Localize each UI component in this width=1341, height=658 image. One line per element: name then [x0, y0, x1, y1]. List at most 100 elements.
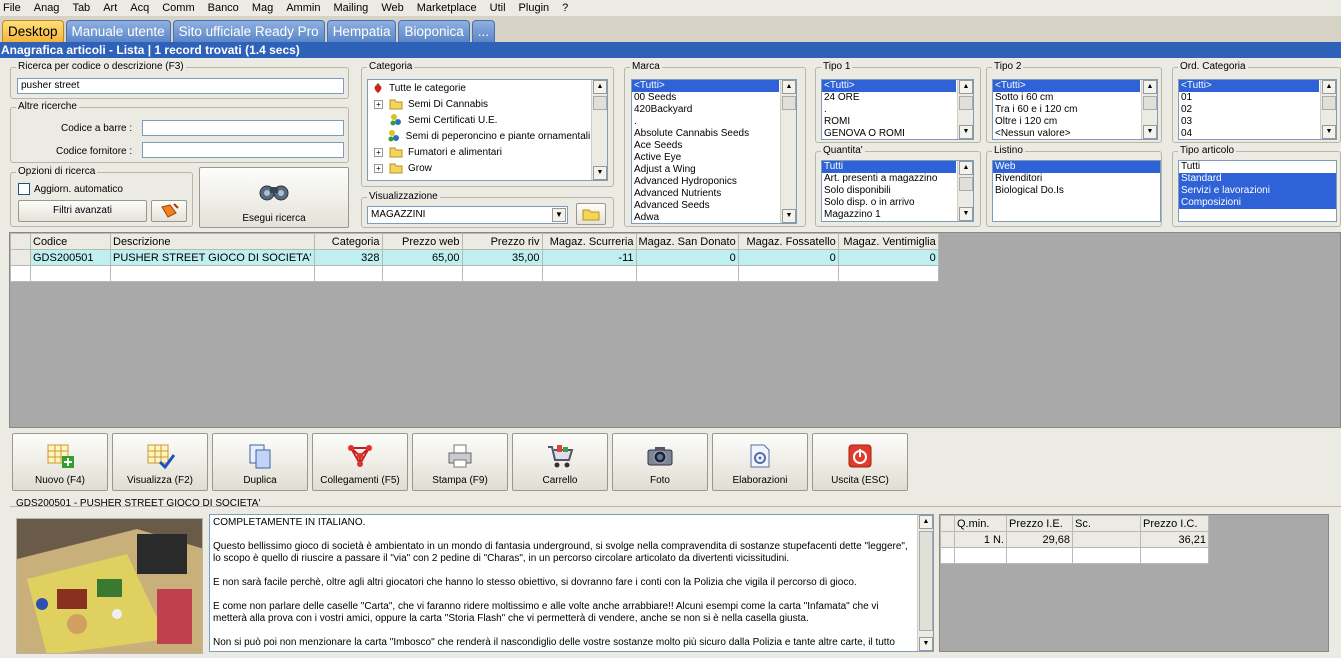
expand-icon[interactable]: + — [374, 147, 383, 157]
scroll-down-icon[interactable]: ▼ — [959, 207, 973, 221]
supplier-code-input[interactable] — [142, 142, 344, 158]
list-scrollbar[interactable]: ▲ ▼ — [957, 161, 973, 221]
list-item[interactable]: . — [632, 116, 779, 128]
scroll-thumb[interactable] — [919, 531, 933, 631]
quantity-list[interactable]: Tutti Art. presenti a magazzino Solo dispo… — [821, 160, 974, 222]
list-item[interactable]: Servizi e lavorazioni — [1179, 185, 1336, 197]
menu-item[interactable]: Mag — [252, 2, 273, 14]
column-header[interactable]: Codice — [30, 233, 111, 250]
list-item[interactable]: 04 — [1179, 128, 1319, 139]
scroll-down-icon[interactable]: ▼ — [1322, 125, 1336, 139]
scroll-thumb[interactable] — [1322, 96, 1336, 110]
price-cell-empty[interactable] — [1072, 547, 1141, 564]
scroll-down-icon[interactable]: ▼ — [593, 166, 607, 180]
column-header[interactable]: Magaz. Ventimiglia — [837, 233, 939, 250]
list-scrollbar[interactable]: ▲ ▼ — [1141, 80, 1157, 139]
list-scrollbar[interactable]: ▲ ▼ — [780, 80, 796, 223]
grid-cell[interactable]: 0 — [737, 249, 839, 266]
menu-item[interactable]: Art — [103, 2, 117, 14]
grid-cell[interactable]: PUSHER STREET GIOCO DI SOCIETA' — [110, 249, 315, 266]
list-item[interactable]: Active Eye — [632, 152, 779, 164]
grid-cell-empty[interactable] — [313, 265, 383, 282]
list-item[interactable]: ROMI — [822, 116, 956, 128]
price-cell[interactable]: 29,68 — [1006, 531, 1073, 548]
price-column-header[interactable]: Prezzo I.C. — [1140, 515, 1209, 532]
grid-cell-empty[interactable] — [837, 265, 939, 282]
grid-cell-empty[interactable] — [737, 265, 839, 282]
tab[interactable]: Sito ufficiale Ready Pro — [172, 20, 325, 42]
menu-item[interactable]: File — [3, 2, 21, 14]
scroll-thumb[interactable] — [959, 177, 973, 191]
menu-item[interactable]: Anag — [34, 2, 60, 14]
view-select[interactable]: MAGAZZINI ▼ — [367, 206, 568, 224]
brand-list[interactable]: <Tutti> 00 Seeds 420Backyard. Absolute Cann… — [631, 79, 797, 224]
column-header[interactable]: Categoria — [313, 233, 383, 250]
column-header[interactable]: Magaz. San Donato — [635, 233, 739, 250]
description-scrollbar[interactable]: ▲ ▼ — [917, 515, 933, 651]
tab[interactable]: Hempatia — [326, 20, 397, 42]
product-description[interactable]: COMPLETAMENTE IN ITALIANO. Questo belliss… — [209, 514, 934, 652]
list-item[interactable]: Adwa — [632, 212, 779, 223]
scroll-down-icon[interactable]: ▼ — [919, 637, 933, 651]
price-list-list[interactable]: Web Rivenditori Biological Do.Is — [992, 160, 1161, 222]
scroll-down-icon[interactable]: ▼ — [1143, 125, 1157, 139]
price-cell-empty[interactable] — [1006, 547, 1073, 564]
toolbar-button[interactable]: Collegamenti (F5) — [312, 433, 408, 491]
menu-item[interactable]: Ammin — [286, 2, 320, 14]
list-item[interactable]: Oltre i 120 cm — [993, 116, 1140, 128]
menu-item[interactable]: Acq — [130, 2, 149, 14]
grid-cell-empty[interactable] — [10, 265, 31, 282]
category-item[interactable]: Tutte le categorie — [368, 80, 590, 96]
price-column-header[interactable]: Sc. — [1072, 515, 1141, 532]
scroll-up-icon[interactable]: ▲ — [1322, 80, 1336, 94]
category-item[interactable]: + Semi Di Cannabis — [368, 96, 590, 112]
search-input[interactable]: pusher street — [17, 78, 344, 94]
grid-cell-empty[interactable] — [461, 265, 543, 282]
price-cell-empty[interactable] — [940, 547, 955, 564]
expand-icon[interactable]: + — [374, 163, 383, 173]
scroll-up-icon[interactable]: ▲ — [593, 80, 607, 94]
list-item[interactable]: 24 ORE — [822, 92, 956, 104]
grid-cell[interactable]: 65,00 — [381, 249, 463, 266]
list-scrollbar[interactable]: ▲ ▼ — [1320, 80, 1336, 139]
grid-cell[interactable]: 35,00 — [461, 249, 543, 266]
list-item[interactable]: Ace Seeds — [632, 140, 779, 152]
list-item[interactable]: Adjust a Wing — [632, 164, 779, 176]
column-header[interactable]: Prezzo riv — [461, 233, 543, 250]
price-column-header[interactable]: Prezzo I.E. — [1006, 515, 1073, 532]
list-item[interactable]: Rivenditori — [993, 173, 1160, 185]
grid-cell[interactable]: 0 — [635, 249, 739, 266]
menu-item[interactable]: Tab — [72, 2, 90, 14]
toolbar-button[interactable]: Uscita (ESC) — [812, 433, 908, 491]
list-item[interactable]: Advanced Nutrients — [632, 188, 779, 200]
category-tree[interactable]: Tutte le categorie+Semi Di Cannabis+Semi… — [367, 79, 608, 181]
price-cell-empty[interactable] — [1140, 547, 1209, 564]
list-item[interactable]: GENOVA O ROMI — [822, 128, 956, 139]
grid-cell-empty[interactable] — [635, 265, 739, 282]
list-item[interactable]: 420Backyard — [632, 104, 779, 116]
list-item[interactable]: <Tutti> — [993, 80, 1140, 92]
list-item[interactable]: . — [822, 104, 956, 116]
list-item[interactable]: Advanced Hydroponics — [632, 176, 779, 188]
menu-item[interactable]: Mailing — [333, 2, 368, 14]
toolbar-button[interactable]: Visualizza (F2) — [112, 433, 208, 491]
scroll-down-icon[interactable]: ▼ — [959, 125, 973, 139]
list-item[interactable]: Magazzino 1 — [822, 209, 956, 221]
scroll-up-icon[interactable]: ▲ — [1143, 80, 1157, 94]
table-row-empty[interactable] — [10, 265, 939, 282]
toolbar-button[interactable]: Elaborazioni — [712, 433, 808, 491]
list-item[interactable]: <Tutti> — [632, 80, 779, 92]
list-item[interactable]: Tutti — [822, 161, 956, 173]
scroll-thumb[interactable] — [782, 96, 796, 110]
article-type-list[interactable]: Tutti Standard Servizi e lavorazioni Compos… — [1178, 160, 1337, 222]
category-order-list[interactable]: <Tutti> 01 02 03 04 ▲ ▼ — [1178, 79, 1337, 140]
view-folder-button[interactable] — [576, 203, 606, 225]
toolbar-button[interactable]: Carrello — [512, 433, 608, 491]
scroll-thumb[interactable] — [593, 96, 607, 110]
scroll-up-icon[interactable]: ▲ — [782, 80, 796, 94]
list-scrollbar[interactable]: ▲ ▼ — [957, 80, 973, 139]
filter-eraser-button[interactable] — [151, 200, 187, 222]
menu-item[interactable]: Comm — [162, 2, 194, 14]
price-cell[interactable]: 1 N. — [954, 531, 1007, 548]
toolbar-button[interactable]: Nuovo (F4) — [12, 433, 108, 491]
